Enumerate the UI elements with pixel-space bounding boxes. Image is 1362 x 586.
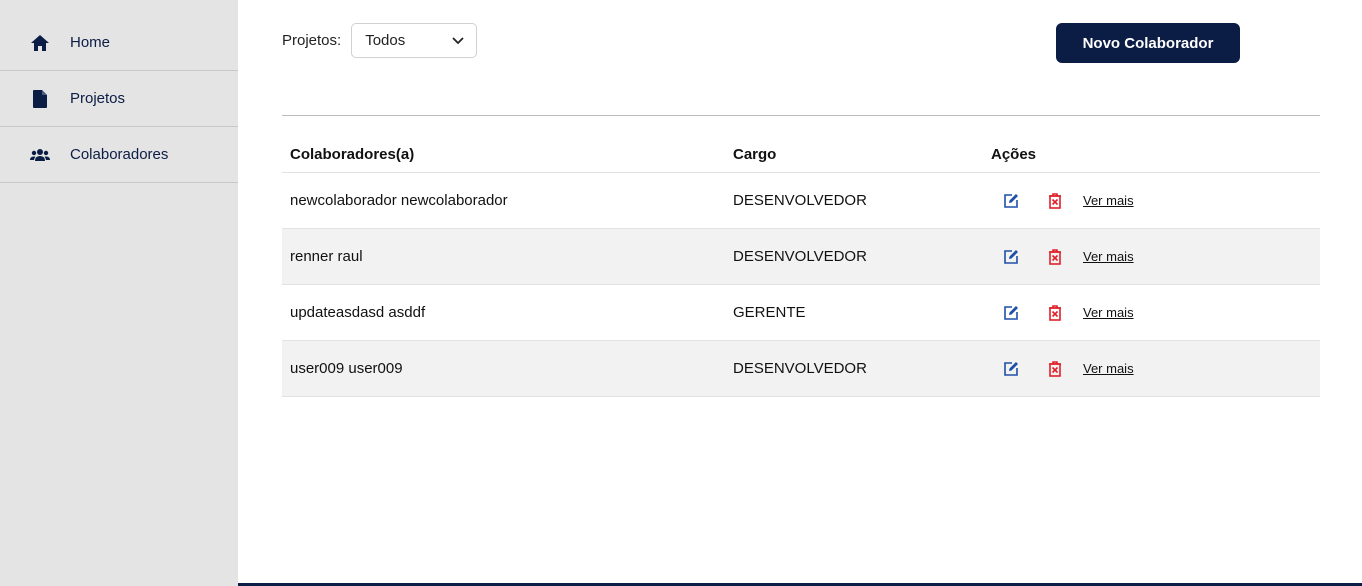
users-icon [30,145,50,165]
sidebar-item-projetos[interactable]: Projetos [0,71,238,127]
collaborators-table: Colaboradores(a) Cargo Ações newcolabora… [282,136,1320,397]
row-role: GERENTE [733,304,806,321]
sidebar-item-label: Projetos [70,90,126,107]
edit-icon[interactable] [1003,361,1019,377]
see-more-link[interactable]: Ver mais [1083,193,1134,208]
header-actions: Ações [991,145,1037,163]
row-actions: Ver mais [991,248,1134,265]
table-row: newcolaborador newcolaborador DESENVOLVE… [282,173,1320,229]
table-row: updateasdasd asddf GERENTE Ver mais [282,285,1320,341]
sidebar-item-home[interactable]: Home [0,0,238,71]
row-actions: Ver mais [991,192,1134,209]
sidebar-item-label: Colaboradores [70,146,169,163]
trash-icon[interactable] [1047,248,1063,265]
header-role: Cargo [733,145,777,163]
document-icon [30,89,50,109]
table-row: renner raul DESENVOLVEDOR Ver mais [282,229,1320,285]
main-content: Projetos: Todos Novo Colaborador Colabor… [238,0,1362,586]
row-actions: Ver mais [991,304,1134,321]
project-filter: Projetos: Todos [282,23,478,58]
table-row: user009 user009 DESENVOLVEDOR Ver mais [282,341,1320,397]
trash-icon[interactable] [1047,360,1063,377]
sidebar-item-label: Home [70,34,111,51]
see-more-link[interactable]: Ver mais [1083,249,1134,264]
see-more-link[interactable]: Ver mais [1083,361,1134,376]
home-icon [30,33,50,53]
row-name: user009 user009 [290,360,403,377]
edit-icon[interactable] [1003,249,1019,265]
row-name: renner raul [290,248,363,265]
trash-icon[interactable] [1047,192,1063,209]
edit-icon[interactable] [1003,193,1019,209]
row-role: DESENVOLVEDOR [733,360,867,377]
new-collaborator-button[interactable]: Novo Colaborador [1056,23,1240,63]
edit-icon[interactable] [1003,305,1019,321]
chevron-down-icon [452,32,464,50]
see-more-link[interactable]: Ver mais [1083,305,1134,320]
project-select[interactable]: Todos [351,23,478,58]
sidebar-item-colaboradores[interactable]: Colaboradores [0,127,238,183]
header-name: Colaboradores(a) [290,145,415,163]
project-select-value: Todos [365,32,406,49]
row-role: DESENVOLVEDOR [733,192,867,209]
row-name: updateasdasd asddf [290,304,426,321]
table-header: Colaboradores(a) Cargo Ações [282,136,1320,173]
row-actions: Ver mais [991,360,1134,377]
sidebar: Home Projetos Colaboradores [0,0,238,586]
row-name: newcolaborador newcolaborador [290,192,508,209]
divider [282,115,1320,116]
project-filter-label: Projetos: [282,32,342,49]
row-role: DESENVOLVEDOR [733,248,867,265]
trash-icon[interactable] [1047,304,1063,321]
